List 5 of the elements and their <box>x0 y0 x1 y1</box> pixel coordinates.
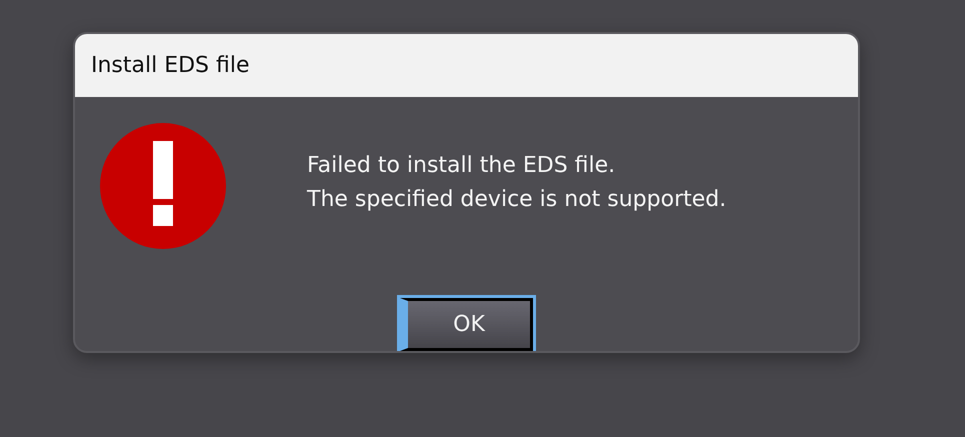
ok-button[interactable]: OK <box>400 298 533 351</box>
window-title: Install EDS file <box>91 53 250 78</box>
message-text: Failed to install the EDS file. <box>307 152 616 180</box>
error-icon <box>100 123 226 250</box>
message-text: The specified device is not supported. <box>307 186 726 214</box>
